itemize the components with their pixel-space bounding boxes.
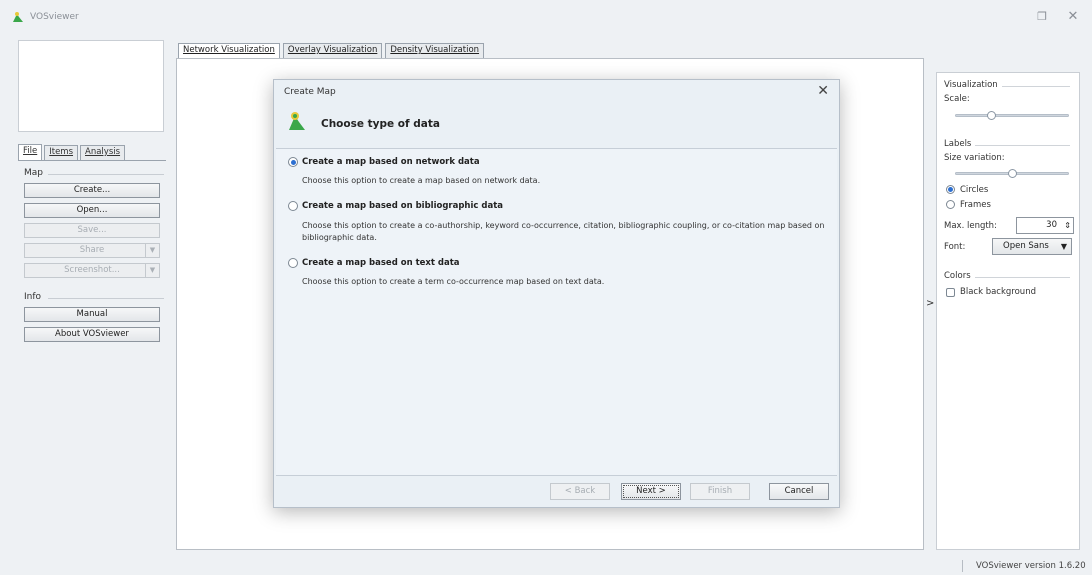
screenshot-dropdown-icon[interactable]: ▼ <box>145 264 159 277</box>
screenshot-button-label: Screenshot... <box>64 265 120 275</box>
visualization-tabs: Network Visualization Overlay Visualizat… <box>178 43 487 59</box>
dialog-heading: Choose type of data <box>321 118 440 130</box>
circles-radio[interactable] <box>946 185 955 194</box>
colors-header: Colors <box>944 271 971 281</box>
labels-divider <box>975 145 1070 146</box>
map-section-label: Map <box>24 168 43 178</box>
dialog-title: Create Map <box>284 87 336 97</box>
left-panel-tabs: File Items Analysis <box>18 144 127 161</box>
screenshot-button[interactable]: Screenshot... ▼ <box>24 263 160 278</box>
info-section-divider <box>48 298 164 299</box>
network-data-option-description: Choose this option to create a map based… <box>302 176 541 185</box>
visualization-divider <box>1002 86 1070 87</box>
tab-file[interactable]: File <box>18 144 43 161</box>
dialog-close-icon[interactable]: ✕ <box>817 83 829 99</box>
tab-network-visualization[interactable]: Network Visualization <box>178 43 280 58</box>
max-length-input[interactable]: 30 ⇕ <box>1016 217 1074 234</box>
tab-density-visualization[interactable]: Density Visualization <box>385 43 485 58</box>
save-button[interactable]: Save... <box>24 223 160 238</box>
visualization-header: Visualization <box>944 80 998 90</box>
dialog-footer-divider <box>276 475 837 476</box>
frames-radio[interactable] <box>946 200 955 209</box>
cancel-button[interactable]: Cancel <box>769 483 829 500</box>
black-background-label: Black background <box>960 287 1036 297</box>
open-button[interactable]: Open... <box>24 203 160 218</box>
network-data-radio[interactable] <box>288 157 298 167</box>
font-select-value: Open Sans <box>1003 241 1049 251</box>
bibliographic-data-option-title[interactable]: Create a map based on bibliographic data <box>302 201 503 211</box>
text-data-option-title[interactable]: Create a map based on text data <box>302 258 460 268</box>
share-dropdown-icon[interactable]: ▼ <box>145 244 159 257</box>
expand-panel-icon[interactable]: > <box>926 298 934 309</box>
close-window-icon[interactable]: ✕ <box>1066 10 1080 24</box>
finish-button[interactable]: Finish <box>690 483 750 500</box>
dialog-body: Create a map based on network data Choos… <box>276 149 837 475</box>
labels-header: Labels <box>944 139 972 149</box>
share-button[interactable]: Share ▼ <box>24 243 160 258</box>
version-label: VOSviewer version 1.6.20 <box>976 561 1086 571</box>
scale-label: Scale: <box>944 94 970 104</box>
about-vosviewer-button[interactable]: About VOSviewer <box>24 327 160 342</box>
text-data-radio[interactable] <box>288 258 298 268</box>
bibliographic-data-radio[interactable] <box>288 201 298 211</box>
bibliographic-data-option-description: Choose this option to create a co-author… <box>302 221 825 242</box>
tab-items[interactable]: Items <box>44 145 79 160</box>
vosviewer-logo-icon <box>13 12 23 22</box>
text-data-option-description: Choose this option to create a term co-o… <box>302 277 605 286</box>
info-section-label: Info <box>24 292 42 302</box>
tab-analysis[interactable]: Analysis <box>80 145 126 160</box>
scale-slider-thumb[interactable] <box>986 111 996 120</box>
tab-overlay-visualization[interactable]: Overlay Visualization <box>282 43 383 58</box>
chevron-down-icon: ▼ <box>1060 242 1067 251</box>
left-tab-divider <box>18 160 166 161</box>
title-bar: VOSviewer ❐ ✕ <box>0 0 1092 34</box>
black-background-checkbox[interactable] <box>946 288 955 297</box>
size-variation-slider-thumb[interactable] <box>1007 169 1017 178</box>
frames-label: Frames <box>960 200 991 210</box>
max-length-label: Max. length: <box>944 221 997 231</box>
overview-preview <box>18 40 164 132</box>
back-button[interactable]: < Back <box>550 483 610 500</box>
window-title: VOSviewer <box>30 12 79 22</box>
spinner-icon[interactable]: ⇕ <box>1064 219 1071 232</box>
circles-label: Circles <box>960 185 989 195</box>
vosviewer-logo-icon <box>289 112 305 130</box>
font-select[interactable]: Open Sans ▼ <box>992 238 1072 255</box>
colors-divider <box>975 277 1070 278</box>
status-bar: VOSviewer version 1.6.20 <box>0 557 1092 575</box>
next-button[interactable]: Next > <box>621 483 681 500</box>
map-section-divider <box>48 174 164 175</box>
font-label: Font: <box>944 242 966 252</box>
manual-button[interactable]: Manual <box>24 307 160 322</box>
status-separator <box>962 560 963 572</box>
network-data-option-title[interactable]: Create a map based on network data <box>302 157 480 167</box>
size-variation-label: Size variation: <box>944 153 1005 163</box>
restore-window-icon[interactable]: ❐ <box>1035 10 1049 24</box>
share-button-label: Share <box>79 245 105 255</box>
max-length-value: 30 <box>1046 220 1057 230</box>
scale-slider[interactable] <box>955 114 1069 117</box>
create-map-dialog: Create Map ✕ Choose type of data Create … <box>273 79 840 508</box>
create-button[interactable]: Create... <box>24 183 160 198</box>
